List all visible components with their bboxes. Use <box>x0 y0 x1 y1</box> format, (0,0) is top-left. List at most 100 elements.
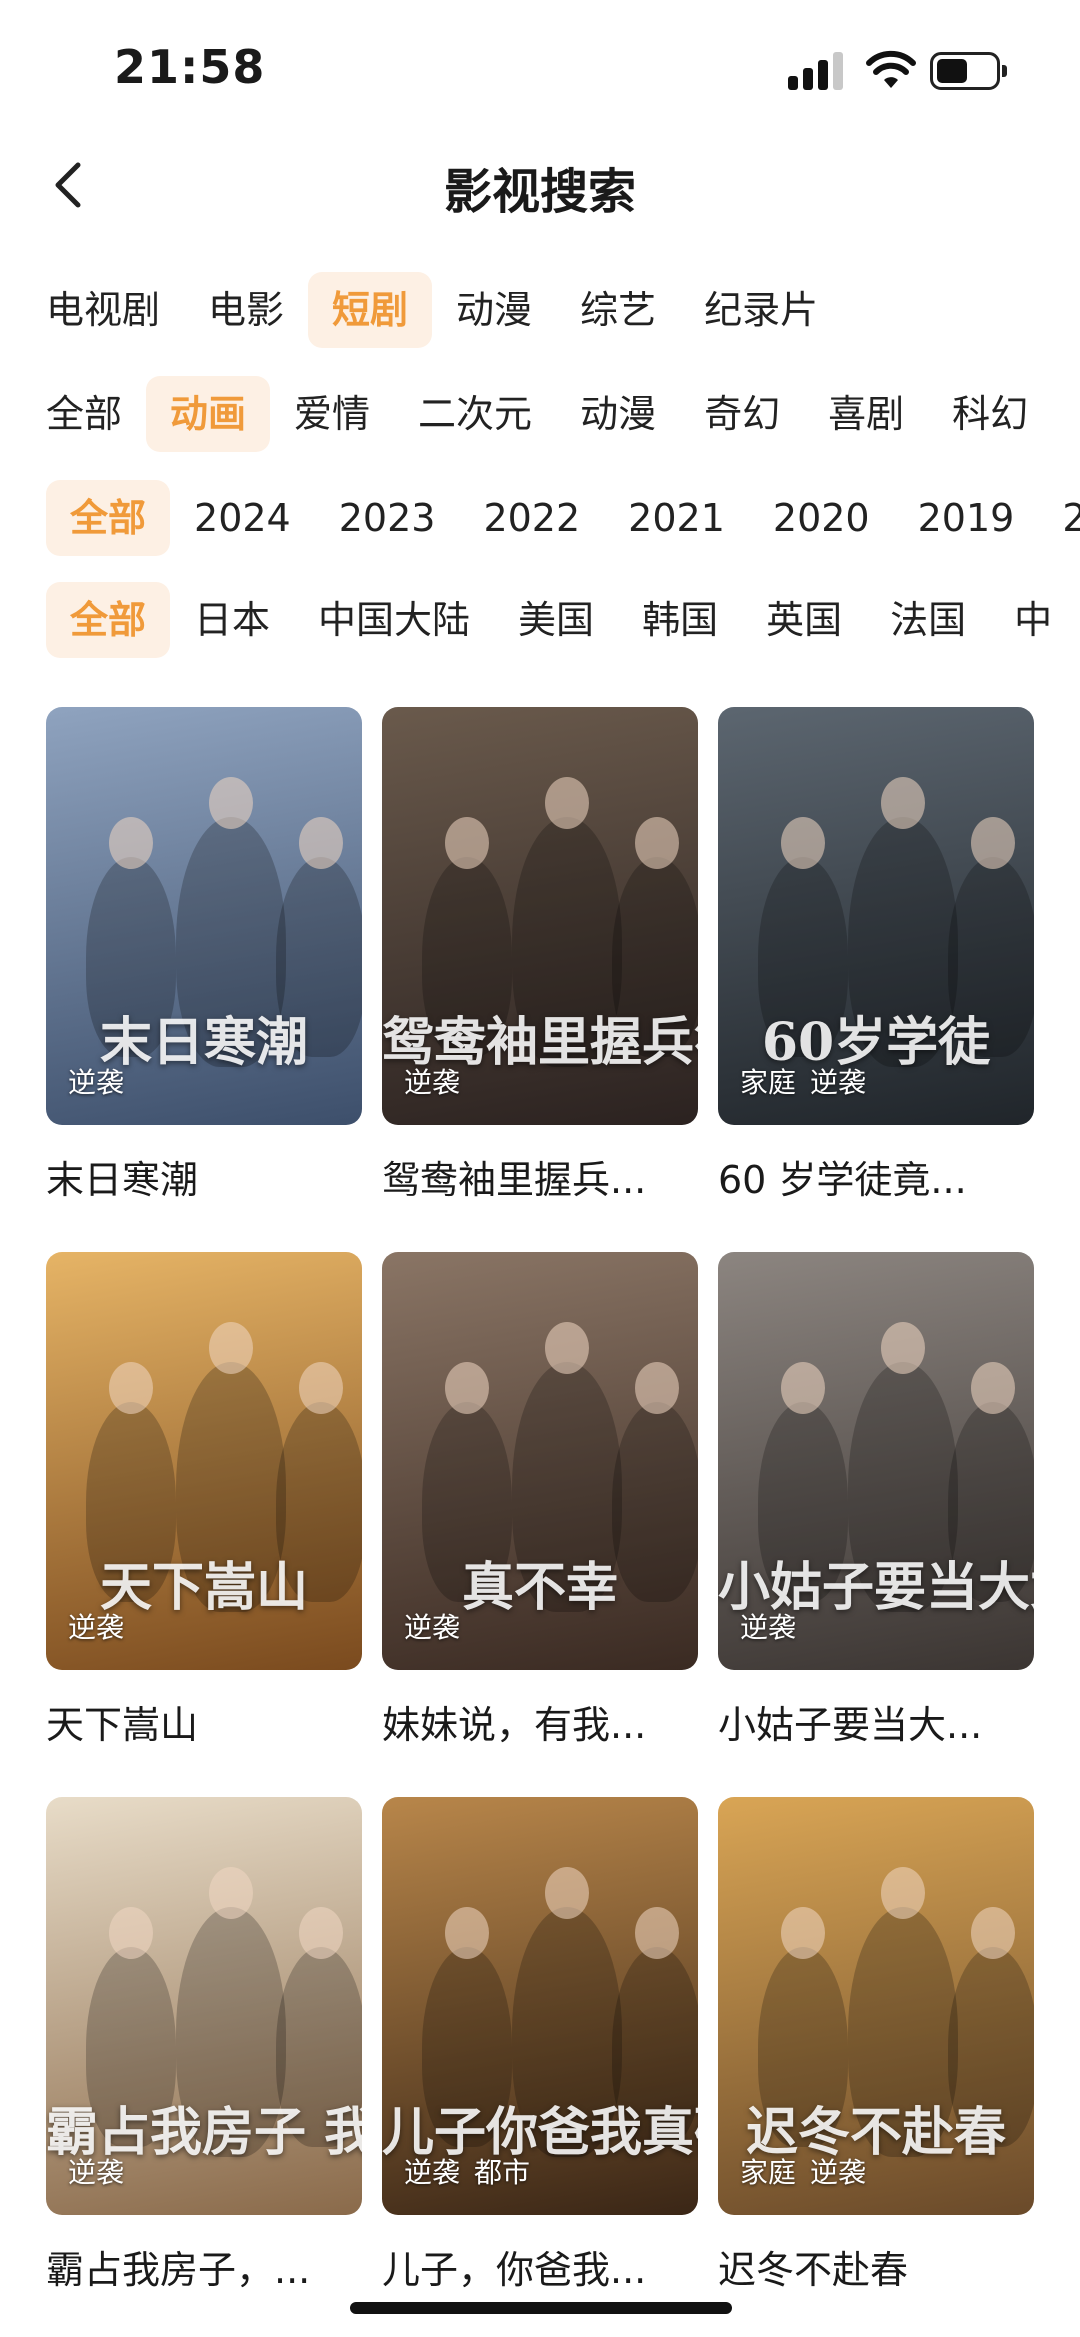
filter-chip[interactable]: 英国 <box>742 582 866 658</box>
poster-figure-head <box>881 777 925 829</box>
genre-tag: 都市 <box>474 2156 531 2189</box>
genre-tag: 家庭 <box>740 2156 797 2189</box>
wifi-icon <box>866 50 916 88</box>
media-title: 妹妹说，有我... <box>382 1703 647 1747</box>
poster-figure-head <box>299 1907 343 1959</box>
genre-tags: 逆袭 <box>404 1606 474 1646</box>
filter-chip[interactable]: 美国 <box>494 582 618 658</box>
media-card[interactable]: 迟冬不赴春 家庭 逆袭 迟冬不赴春 <box>718 1797 1034 2294</box>
filter-chip[interactable]: 全部 <box>46 582 171 658</box>
filter-chip[interactable]: 动漫 <box>556 376 680 452</box>
filter-chip[interactable]: 综艺 <box>556 272 680 348</box>
genre-tags: 家庭 逆袭 <box>740 2151 880 2191</box>
filter-chip[interactable]: 中 <box>990 582 1076 658</box>
poster-figure-head <box>971 1362 1015 1414</box>
poster-figure-head <box>109 1907 153 1959</box>
media-card[interactable]: 小姑子要当大女主逆袭小姑子要当大... <box>718 1252 1034 1749</box>
poster-figure-head <box>881 1322 925 1374</box>
poster-image[interactable]: 迟冬不赴春 家庭 逆袭 <box>718 1797 1034 2215</box>
filter-chip[interactable]: 电视剧 <box>46 272 184 348</box>
genre-tags: 家庭 逆袭 <box>740 1061 880 1101</box>
poster-figure-head <box>209 777 253 829</box>
region-filter-row: 全部 日本 中国大陆 美国 韩国 英国 法国中 <box>46 582 1076 658</box>
poster-image[interactable]: 鸳鸯袖里握兵符逆袭 <box>382 707 698 1125</box>
filter-chip[interactable]: 动漫 <box>432 272 556 348</box>
cellular-signal-icon <box>788 52 844 90</box>
filter-chip[interactable]: 2021 <box>604 480 749 556</box>
media-card[interactable]: 天下嵩山 逆袭 天下嵩山 <box>46 1252 362 1749</box>
filter-chip[interactable]: 法国 <box>866 582 990 658</box>
media-card[interactable]: 鸳鸯袖里握兵符逆袭鸳鸯袖里握兵... <box>382 707 698 1204</box>
media-card[interactable]: 儿子你爸我真硬相亲逆袭都市儿子，你爸我... <box>382 1797 698 2294</box>
poster-image[interactable]: 小姑子要当大女主逆袭 <box>718 1252 1034 1670</box>
poster-image[interactable]: 天下嵩山 逆袭 <box>46 1252 362 1670</box>
poster-figure-head <box>971 1907 1015 1959</box>
media-card[interactable]: 霸占我房子 我教你做人逆袭霸占我房子，... <box>46 1797 362 2294</box>
genre-tag: 逆袭 <box>68 1066 125 1099</box>
filter-chip[interactable]: 2024 <box>170 480 315 556</box>
status-time: 21:58 <box>114 40 266 94</box>
filter-chip[interactable]: 奇幻 <box>680 376 804 452</box>
genre-tag: 逆袭 <box>404 2156 461 2189</box>
poster-image[interactable]: 霸占我房子 我教你做人逆袭 <box>46 1797 362 2215</box>
type-filter-row: 电视剧 电影 短剧 动漫 综艺 纪录片 <box>46 272 842 348</box>
genre-tags: 逆袭 <box>404 1061 474 1101</box>
filter-chip[interactable]: 爱情 <box>270 376 394 452</box>
media-card[interactable]: 真不幸 逆袭妹妹说，有我... <box>382 1252 698 1749</box>
genre-tags: 逆袭 <box>68 2151 138 2191</box>
genre-tag: 逆袭 <box>810 2156 867 2189</box>
poster-figure-head <box>545 1867 589 1919</box>
poster-figure-head <box>445 817 489 869</box>
poster-figure-head <box>781 1362 825 1414</box>
filter-chip[interactable]: 2018 <box>1038 480 1080 556</box>
filter-chip[interactable]: 2022 <box>459 480 604 556</box>
media-title: 霸占我房子，... <box>46 2248 311 2292</box>
genre-tag: 逆袭 <box>404 1066 461 1099</box>
filter-chip[interactable]: 2023 <box>315 480 460 556</box>
genre-tag: 逆袭 <box>810 1066 867 1099</box>
page-title: 影视搜索 <box>443 164 636 220</box>
poster-image[interactable]: 儿子你爸我真硬相亲逆袭都市 <box>382 1797 698 2215</box>
genre-tags: 逆袭 都市 <box>404 2151 544 2191</box>
genre-tags: 逆袭 <box>68 1606 138 1646</box>
filter-chip[interactable]: 中国大陆 <box>294 582 494 658</box>
genre-tags: 逆袭 <box>68 1061 138 1101</box>
poster-figure-head <box>881 1867 925 1919</box>
genre-tags: 逆袭 <box>740 1606 810 1646</box>
poster-figure-head <box>635 1907 679 1959</box>
genre-tag: 逆袭 <box>68 1611 125 1644</box>
filter-chip[interactable]: 科幻 <box>928 376 1052 452</box>
filter-chip[interactable]: 全部 <box>46 376 146 452</box>
filter-chip[interactable]: 二次元 <box>394 376 556 452</box>
filter-chip[interactable]: 日本 <box>170 582 294 658</box>
poster-image[interactable]: 60岁学徒 家庭 逆袭 <box>718 707 1034 1125</box>
year-filter-row: 全部2024202320222021202020192018 <box>46 480 1080 556</box>
poster-figure-head <box>445 1907 489 1959</box>
media-title: 60 岁学徒竟... <box>718 1158 967 1202</box>
poster-image[interactable]: 真不幸 逆袭 <box>382 1252 698 1670</box>
genre-filter-row: 全部 动画 爱情 二次元 动漫 奇幻 喜剧 科幻 <box>46 376 1052 452</box>
media-title: 末日寒潮 <box>46 1158 199 1202</box>
poster-figure-head <box>635 817 679 869</box>
battery-icon <box>930 52 1008 90</box>
media-card[interactable]: 60岁学徒 家庭 逆袭 60 岁学徒竟... <box>718 707 1034 1204</box>
nav-header: 影视搜索 <box>0 140 1080 230</box>
poster-figure-head <box>781 1907 825 1959</box>
poster-figure-head <box>209 1322 253 1374</box>
home-indicator <box>350 2302 732 2314</box>
filter-chip[interactable]: 韩国 <box>618 582 742 658</box>
poster-figure-head <box>299 817 343 869</box>
filter-chip[interactable]: 2020 <box>749 480 894 556</box>
filter-chip[interactable]: 喜剧 <box>804 376 928 452</box>
filter-chip[interactable]: 电影 <box>184 272 308 348</box>
poster-image[interactable]: 末日寒潮 逆袭 <box>46 707 362 1125</box>
filter-chip[interactable]: 短剧 <box>308 272 433 348</box>
filter-chip[interactable]: 动画 <box>146 376 271 452</box>
genre-tag: 逆袭 <box>68 2156 125 2189</box>
filter-chip[interactable]: 纪录片 <box>680 272 842 348</box>
filter-chip[interactable]: 全部 <box>46 480 171 556</box>
poster-figure-head <box>109 817 153 869</box>
media-card[interactable]: 末日寒潮 逆袭末日寒潮 <box>46 707 362 1204</box>
poster-figure-head <box>545 777 589 829</box>
filter-chip[interactable]: 2019 <box>894 480 1039 556</box>
